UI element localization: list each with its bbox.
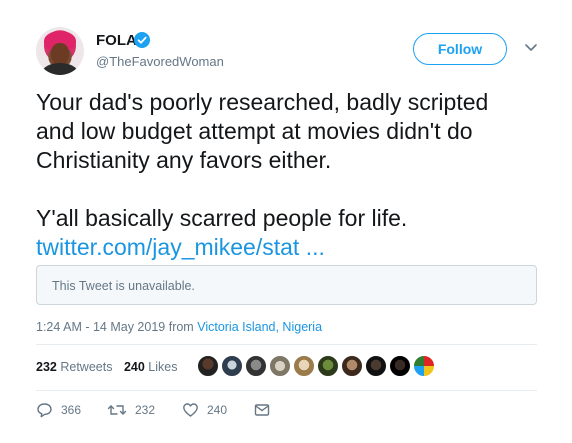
avatar[interactable] [36, 27, 84, 75]
reply-icon [37, 403, 52, 418]
retweet-icon [107, 405, 127, 415]
tweet-card: FOLA @TheFavoredWoman Follow Your dad's … [0, 0, 572, 443]
like-count: 240 [207, 403, 228, 417]
liker-avatar[interactable] [293, 355, 315, 377]
retweet-count: 232 [135, 403, 156, 417]
author-name[interactable]: FOLA [96, 32, 137, 49]
divider [36, 344, 537, 345]
tweet-line: Your dad's poorly researched, badly scri… [36, 89, 489, 115]
heart-icon [183, 403, 198, 417]
liker-avatar[interactable] [269, 355, 291, 377]
reply-count: 366 [61, 403, 82, 417]
divider [36, 390, 537, 391]
tweet-link[interactable]: twitter.com/jay_mikee/stat ... [36, 233, 546, 262]
avatar-face [51, 43, 69, 65]
tweet-line: Y'all basically scarred people for life. [36, 205, 408, 231]
retweets-label[interactable]: Retweets [60, 360, 112, 374]
avatar-body [42, 63, 78, 75]
tweet-line: Christianity any favors either. [36, 147, 332, 173]
author-handle[interactable]: @TheFavoredWoman [96, 54, 224, 69]
likes-label[interactable]: Likes [148, 360, 177, 374]
timestamp[interactable]: 1:24 AM - 14 May 2019 from [36, 320, 197, 334]
retweet-button[interactable]: 232 [107, 402, 155, 418]
retweets-count[interactable]: 232 [36, 360, 57, 374]
liker-avatar[interactable] [389, 355, 411, 377]
direct-message-button[interactable] [254, 402, 270, 418]
unavailable-text: This Tweet is unavailable. [52, 279, 195, 293]
liker-avatar[interactable] [221, 355, 243, 377]
chevron-down-icon[interactable] [524, 43, 538, 53]
quoted-tweet-unavailable: This Tweet is unavailable. [36, 265, 537, 305]
liker-avatar[interactable] [197, 355, 219, 377]
likes-count[interactable]: 240 [124, 360, 145, 374]
liker-avatar[interactable] [413, 355, 435, 377]
verified-badge-icon [134, 32, 150, 48]
follow-button[interactable]: Follow [413, 33, 507, 65]
tweet-line: and low budget attempt at movies didn't … [36, 118, 473, 144]
mail-icon [254, 404, 270, 416]
liker-avatar[interactable] [341, 355, 363, 377]
reply-button[interactable]: 366 [36, 402, 81, 418]
like-button[interactable]: 240 [182, 402, 227, 418]
liker-avatar[interactable] [317, 355, 339, 377]
liker-avatar[interactable] [365, 355, 387, 377]
liker-avatar[interactable] [245, 355, 267, 377]
tweet-text: Your dad's poorly researched, badly scri… [36, 88, 546, 262]
engagement-stats: 232 Retweets 240 Likes [36, 360, 177, 374]
location-link[interactable]: Victoria Island, Nigeria [197, 320, 322, 334]
tweet-metadata: 1:24 AM - 14 May 2019 from Victoria Isla… [36, 320, 322, 334]
